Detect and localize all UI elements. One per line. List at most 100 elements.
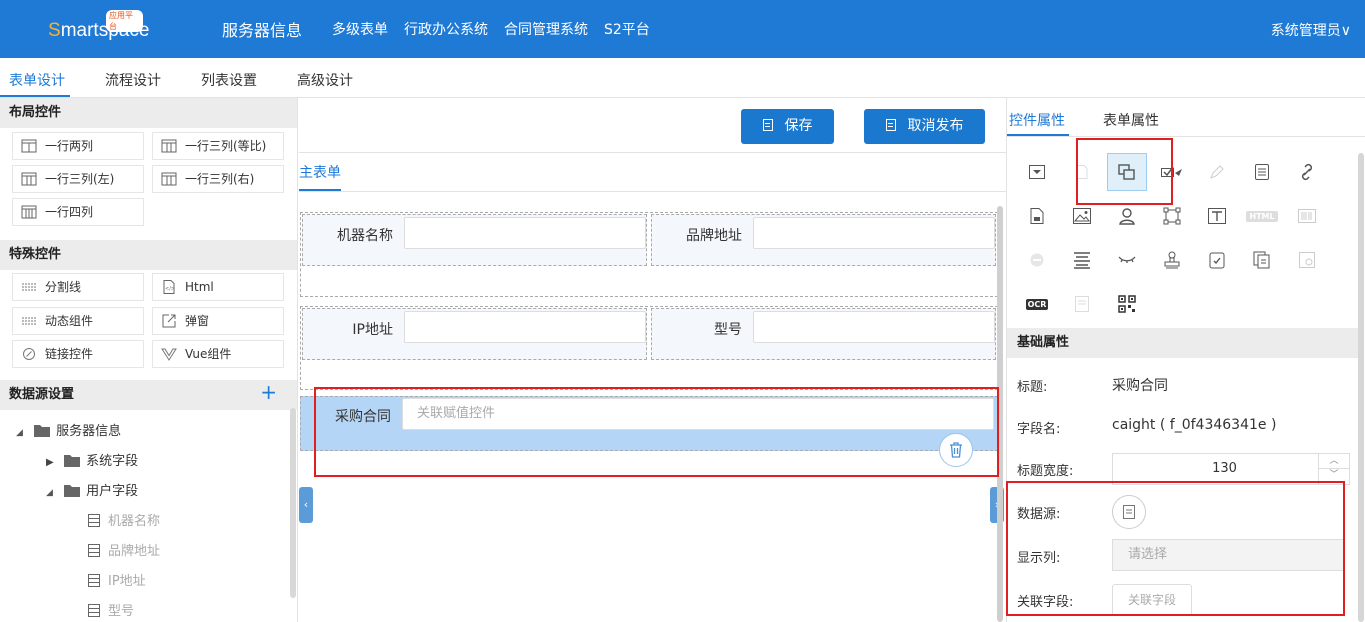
tab-form-design[interactable]: 表单设计 [9, 70, 65, 90]
approve-control-icon[interactable] [1197, 241, 1237, 279]
field-icon [88, 604, 100, 617]
control-html[interactable]: </> Html [152, 273, 284, 301]
nav-s2-platform[interactable]: S2平台 [604, 19, 650, 39]
blank-doc-control-icon[interactable] [1062, 285, 1102, 323]
brand-address-input[interactable] [753, 217, 995, 249]
nav-multilevel-form[interactable]: 多级表单 [332, 19, 388, 39]
edit-control-icon[interactable] [1197, 153, 1237, 191]
org-control-icon[interactable] [1152, 197, 1192, 235]
tree-node-system-fields[interactable]: ▶ 系统字段 [46, 450, 138, 469]
form-cell[interactable]: 机器名称 [302, 214, 647, 266]
document-icon [885, 119, 896, 131]
document-icon [762, 119, 773, 131]
form-row[interactable]: 机器名称 品牌地址 [300, 212, 998, 297]
attachment-control-icon[interactable] [1287, 241, 1327, 279]
ocr-control-icon[interactable]: OCR [1017, 285, 1057, 323]
canvas-scrollbar[interactable] [997, 206, 1003, 622]
control-vue-component[interactable]: Vue组件 [152, 340, 284, 368]
tree-leaf-brand-address[interactable]: 品牌地址 [88, 540, 160, 559]
form-cell[interactable]: IP地址 [302, 308, 647, 360]
prop-title-value: 采购合同 [1112, 378, 1168, 394]
qrcode-icon [1118, 295, 1136, 313]
columns-icon [161, 139, 177, 153]
logo[interactable]: Smartspace 应用平台 [48, 10, 149, 44]
title-width-input[interactable]: 130 [1112, 453, 1337, 485]
purchase-contract-input[interactable]: 关联赋值控件 [402, 398, 994, 430]
control-popup[interactable]: 弹窗 [152, 307, 284, 335]
title-width-stepper[interactable]: ︿ ﹀ [1318, 453, 1350, 485]
tree-leaf-machine-name[interactable]: 机器名称 [88, 510, 160, 529]
field-icon [88, 574, 100, 587]
qrcode-control-icon[interactable] [1107, 285, 1147, 323]
nav-contract-system[interactable]: 合同管理系统 [504, 19, 588, 39]
minus-circle-icon [1030, 253, 1044, 267]
control-link[interactable]: 链接控件 [12, 340, 144, 368]
user-control-icon[interactable] [1107, 197, 1147, 235]
file-control-icon[interactable] [1062, 153, 1102, 191]
control-one-row-three-right[interactable]: 一行三列(右) [152, 165, 284, 193]
document-lines-icon [1255, 164, 1269, 180]
unpublish-button[interactable]: 取消发布 [864, 109, 985, 144]
file-upload-control-icon[interactable] [1017, 197, 1057, 235]
tab-form-properties[interactable]: 表单属性 [1103, 110, 1159, 130]
html-control-icon[interactable]: HTML [1242, 197, 1282, 235]
relation-field-button[interactable]: 关联字段 [1112, 584, 1192, 616]
left-panel: 布局控件 一行两列 一行三列(等比) 一行三列(左) 一行三列(右) 一行四列 … [0, 98, 298, 622]
caret-right-icon[interactable]: ▶ [46, 457, 60, 468]
admin-menu[interactable]: 系统管理员∨ [1271, 20, 1351, 40]
control-label: 一行四列 [45, 205, 94, 219]
tab-advanced-design[interactable]: 高级设计 [297, 70, 353, 90]
text-control-icon[interactable] [1242, 153, 1282, 191]
tree-node-user-fields[interactable]: ◢ 用户字段 [46, 480, 138, 499]
image-control-icon[interactable] [1062, 197, 1102, 235]
control-one-row-four-cols[interactable]: 一行四列 [12, 198, 144, 226]
nav-office-system[interactable]: 行政办公系统 [404, 19, 488, 39]
control-one-row-three-left[interactable]: 一行三列(左) [12, 165, 144, 193]
tab-flow-design[interactable]: 流程设计 [105, 70, 161, 90]
textarea-control-icon[interactable] [1197, 197, 1237, 235]
dropdown-control-icon[interactable] [1017, 153, 1057, 191]
user-icon [1119, 208, 1135, 225]
chevron-down-icon[interactable]: ﹀ [1319, 469, 1349, 484]
ip-input[interactable] [404, 311, 646, 343]
save-button[interactable]: 保存 [741, 109, 834, 144]
form-cell[interactable]: 型号 [651, 308, 996, 360]
nav-server-info[interactable]: 服务器信息 [222, 17, 302, 41]
linked-assign-control-icon[interactable] [1107, 153, 1147, 191]
subform-control-icon[interactable] [1242, 241, 1282, 279]
tree-leaf-ip[interactable]: IP地址 [88, 570, 146, 589]
hidden-control-icon[interactable] [1107, 241, 1147, 279]
form-cell[interactable]: 品牌地址 [651, 214, 996, 266]
caret-down-icon[interactable]: ◢ [16, 428, 30, 438]
delete-button[interactable] [939, 433, 973, 467]
machine-name-input[interactable] [404, 217, 646, 249]
chevron-up-icon[interactable]: ︿ [1319, 454, 1349, 469]
control-one-row-two-cols[interactable]: 一行两列 [12, 132, 144, 160]
tree-leaf-model[interactable]: 型号 [88, 600, 134, 619]
stamp-control-icon[interactable] [1152, 241, 1192, 279]
model-input[interactable] [753, 311, 995, 343]
control-label: 弹窗 [185, 314, 210, 328]
control-dynamic-component[interactable]: 动态组件 [12, 307, 144, 335]
form-row[interactable]: IP地址 型号 [300, 306, 998, 390]
control-divider[interactable]: 分割线 [12, 273, 144, 301]
display-column-select[interactable]: 请选择 [1112, 539, 1345, 571]
left-scrollbar[interactable] [290, 408, 296, 598]
datasource-picker-button[interactable] [1112, 495, 1146, 529]
caret-down-icon[interactable]: ◢ [46, 488, 60, 498]
tab-main-form[interactable]: 主表单 [299, 162, 341, 182]
properties-scrollbar[interactable] [1358, 153, 1364, 622]
layout-controls-header: 布局控件 [0, 98, 297, 128]
disabled-control-icon[interactable] [1017, 241, 1057, 279]
control-one-row-three-equal[interactable]: 一行三列(等比) [152, 132, 284, 160]
tree-node-root[interactable]: ◢ 服务器信息 [16, 420, 121, 439]
tab-control-properties[interactable]: 控件属性 [1009, 110, 1065, 130]
form-row-selected[interactable]: 采购合同 关联赋值控件 [300, 396, 998, 467]
check-control-icon[interactable] [1152, 153, 1192, 191]
collapse-left-button[interactable]: ‹ [299, 487, 313, 523]
link-control-icon[interactable] [1287, 153, 1327, 191]
tab-list-settings[interactable]: 列表设置 [201, 70, 257, 90]
barcode-control-icon[interactable] [1287, 197, 1327, 235]
list-control-icon[interactable] [1062, 241, 1102, 279]
add-datasource-button[interactable]: + [260, 382, 277, 402]
